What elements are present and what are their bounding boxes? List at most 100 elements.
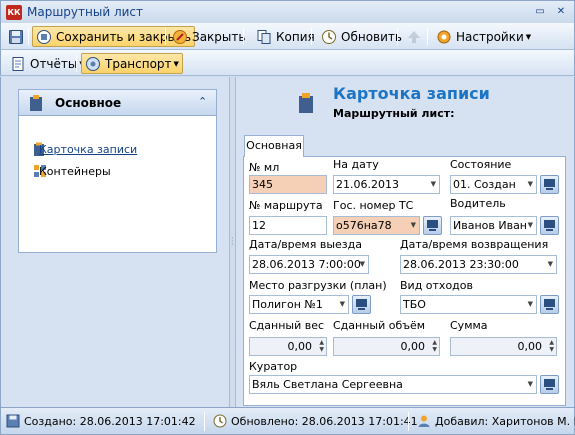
curator-value: Вяль Светлана Сергеевна — [252, 378, 403, 391]
status-updated-text: Обновлено: 28.06.2013 17:01:41 — [231, 414, 418, 428]
arrow-up-icon — [408, 30, 420, 43]
gos-label: Гос. номер ТС — [333, 199, 414, 212]
monitor-icon — [544, 299, 555, 310]
return-value: 28.06.2013 23:30:00 — [403, 258, 519, 271]
spin-icon[interactable]: ▲ ▼ — [432, 339, 437, 353]
status-bar: Создано: 28.06.2013 17:01:42 Обновлено: … — [0, 407, 575, 435]
waste-picker-button[interactable] — [540, 295, 559, 314]
chevron-down-icon[interactable]: ▼ — [431, 176, 436, 193]
return-label: Дата/время возвращения — [400, 238, 549, 251]
restore-icon[interactable]: ▭ — [532, 4, 548, 20]
nav-item-label: Контейнеры — [39, 164, 111, 178]
close-doc-icon — [173, 29, 187, 44]
weight-value: 0,00 — [287, 340, 313, 353]
gos-value: о576на78 — [336, 219, 392, 232]
volume-label: Сданный объём — [333, 319, 426, 332]
save-close-icon — [37, 29, 51, 44]
chevron-down-icon[interactable]: ▼ — [528, 217, 533, 234]
return-field[interactable]: 28.06.2013 23:30:00 ▼ — [400, 255, 557, 274]
close-button[interactable]: Закрыть — [169, 26, 248, 47]
driver-label: Водитель — [450, 197, 506, 210]
depart-field[interactable]: 28.06.2013 7:00:00 ▼ — [249, 255, 369, 274]
panel-splitter[interactable]: · · · — [229, 77, 236, 407]
settings-label: Настройки — [456, 29, 524, 44]
sum-label: Сумма — [450, 319, 488, 332]
transport-label: Транспорт — [105, 56, 172, 71]
monitor-icon — [544, 179, 555, 190]
chevron-down-icon[interactable]: ▼ — [360, 256, 365, 273]
reports-label: Отчёты — [30, 56, 78, 71]
chevron-down-icon[interactable]: ▼ — [548, 256, 553, 273]
state-label: Состояние — [450, 158, 512, 171]
chevron-down-icon[interactable]: ▼ — [528, 176, 533, 193]
state-value: 01. Создан — [453, 178, 516, 191]
spin-icon[interactable]: ▲ ▼ — [319, 339, 324, 353]
tab-main[interactable]: Основная — [244, 135, 304, 157]
waste-label: Вид отходов — [400, 279, 473, 292]
status-added-text: Добавил: Харитонов М. В. — [435, 414, 575, 428]
state-picker-button[interactable] — [540, 175, 559, 194]
card-subtitle: Маршрутный лист: — [333, 107, 455, 120]
chevron-down-icon[interactable]: ▼ — [411, 217, 416, 234]
nav-item-containers[interactable]: Контейнеры — [33, 163, 111, 179]
status-updated: Обновлено: 28.06.2013 17:01:41 — [213, 414, 418, 428]
sum-field[interactable]: 0,00 ▲ ▼ — [450, 337, 557, 356]
nav-group-header[interactable]: Основное ⌃ — [19, 90, 216, 116]
curator-picker-button[interactable] — [540, 375, 559, 394]
refresh-icon — [213, 414, 227, 428]
weight-field[interactable]: 0,00 ▲ ▼ — [249, 337, 327, 356]
unload-label: Место разгрузки (план) — [249, 279, 387, 292]
copy-button[interactable]: Копия — [253, 26, 318, 47]
unload-select[interactable]: Полигон №1 ▼ — [249, 295, 349, 314]
gear-icon — [437, 30, 451, 43]
waste-select[interactable]: ТБО ▼ — [400, 295, 537, 314]
volume-field[interactable]: 0,00 ▲ ▼ — [333, 337, 440, 356]
depart-label: Дата/время выезда — [249, 238, 362, 251]
volume-value: 0,00 — [400, 340, 426, 353]
unload-picker-button[interactable] — [352, 295, 371, 314]
curator-select[interactable]: Вяль Светлана Сергеевна ▼ — [249, 375, 537, 394]
gos-select[interactable]: о576на78 ▼ — [333, 216, 420, 235]
chevron-down-icon[interactable]: ▼ — [528, 376, 533, 393]
status-created-text: Создано: 28.06.2013 17:01:42 — [24, 414, 196, 428]
floppy-icon — [9, 29, 23, 44]
app-logo-icon: КК — [6, 5, 22, 20]
close-label: Закрыть — [192, 29, 246, 44]
chevron-down-icon: ▼ — [173, 59, 179, 68]
transport-menu[interactable]: Транспорт ▼ — [81, 53, 183, 74]
status-created: Создано: 28.06.2013 17:01:42 — [6, 414, 196, 428]
driver-select[interactable]: Иванов Иван ▼ — [450, 216, 537, 235]
driver-picker-button[interactable] — [540, 216, 559, 235]
chevron-down-icon[interactable]: ▼ — [340, 296, 345, 313]
collapse-icon[interactable]: ⌃ — [198, 95, 207, 108]
nml-value: 345 — [252, 178, 273, 191]
card-icon — [30, 95, 42, 111]
route-field[interactable]: 12 — [249, 216, 327, 235]
driver-value: Иванов Иван — [453, 219, 527, 232]
depart-value: 28.06.2013 7:00:00 — [252, 258, 361, 271]
monitor-icon — [427, 220, 438, 231]
spin-icon[interactable]: ▲ ▼ — [549, 339, 554, 353]
chevron-down-icon: ▼ — [525, 32, 532, 41]
date-field[interactable]: 21.06.2013 ▼ — [333, 175, 440, 194]
state-select[interactable]: 01. Создан ▼ — [450, 175, 537, 194]
refresh-button[interactable]: Обновить — [318, 26, 405, 47]
nav-item-card[interactable]: Карточка записи — [33, 141, 137, 157]
nml-field[interactable]: 345 — [249, 175, 327, 194]
route-label: № маршрута — [249, 199, 323, 212]
main-toolbar: Сохранить и закрыть Закрыть Копия Обнови… — [0, 23, 575, 50]
copy-icon — [257, 29, 271, 44]
settings-button[interactable]: Настройки ▼ — [433, 26, 534, 47]
date-label: На дату — [333, 158, 379, 171]
up-button[interactable] — [403, 26, 429, 47]
copy-label: Копия — [276, 29, 315, 44]
main-content: Карточка записи Маршрутный лист: Основна… — [236, 77, 575, 407]
gos-picker-button[interactable] — [423, 216, 442, 235]
chevron-down-icon[interactable]: ▼ — [528, 296, 533, 313]
user-icon — [418, 415, 430, 427]
refresh-label: Обновить — [341, 29, 402, 44]
date-value: 21.06.2013 — [336, 178, 399, 191]
weight-label: Сданный вес — [249, 319, 325, 332]
close-icon[interactable]: ✕ — [553, 4, 569, 20]
monitor-icon — [356, 299, 367, 310]
